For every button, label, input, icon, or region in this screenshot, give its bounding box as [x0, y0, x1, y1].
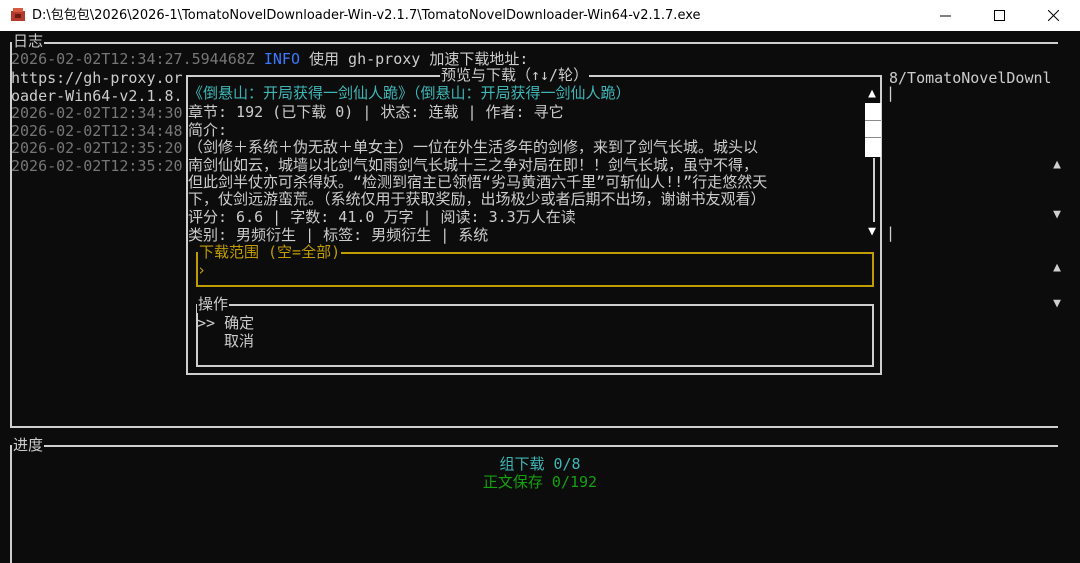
scroll-down-icon[interactable]: ▼	[1050, 208, 1064, 222]
cancel-option[interactable]: 取消	[224, 332, 254, 350]
operations-label: 操作	[197, 295, 230, 313]
scroll-up-icon[interactable]: ▲	[1050, 158, 1064, 172]
confirm-label: 确定	[224, 314, 255, 332]
log-panel-label: 日志	[12, 32, 45, 50]
scroll-up-icon[interactable]: ▲	[1050, 261, 1064, 275]
input-prompt-icon: ›	[197, 261, 207, 279]
progress-panel-label: 进度	[12, 436, 45, 454]
scrollbar-rail	[873, 158, 875, 222]
window-title-bar[interactable]: D:\包包包\2026\2026-1\TomatoNovelDownloader…	[0, 0, 1080, 31]
book-title: 《倒悬山：开局获得一剑仙人跪》（倒悬山：开局获得一剑仙人跪）	[188, 84, 631, 102]
scrollbar-thumb[interactable]	[865, 103, 881, 157]
maximize-icon	[993, 10, 1005, 21]
window-title: D:\包包包\2026\2026-1\TomatoNovelDownloader…	[32, 8, 701, 23]
book-tags: 类别: 男频衍生 | 标签: 男频衍生 | 系统	[188, 226, 489, 244]
log-timestamp: 2026-02-02T12:35:20	[11, 139, 183, 157]
intro-line: （剑修＋系统＋伪无敌＋单女主）一位在外生活多年的剑修，来到了剑气长城。城头以	[188, 138, 759, 156]
maximize-button[interactable]	[976, 0, 1022, 31]
selection-cursor-icon: >>	[197, 314, 216, 332]
intro-line: 南剑仙如云，城墙以北剑气如雨剑气长城十三之争对局在即！！剑气长城，虽守不得，	[188, 156, 759, 174]
download-range-label: 下载范围 (空=全部)	[198, 243, 342, 261]
intro-line: 下，仗剑远游蛮荒。（系统仅用于获取奖励，出场极少或者后期不出场，谢谢书友观看）	[188, 190, 766, 208]
group-download-progress: 组下载 0/8	[499, 455, 581, 473]
log-timestamp: 2026-02-02T12:34:27.594468Z	[11, 50, 255, 68]
intro-label: 简介:	[188, 121, 228, 139]
scrollbar-thumb-line	[865, 137, 881, 138]
scrollbar-bracket: |	[886, 224, 896, 242]
minimize-button[interactable]	[922, 0, 968, 31]
book-stats: 评分: 6.6 | 字数: 41.0 万字 | 阅读: 3.3万人在读	[188, 208, 576, 226]
app-icon	[11, 8, 25, 21]
log-line-tail: 8/TomatoNovelDownl	[889, 69, 1052, 87]
intro-line: 但此剑半仗亦可杀得妖。“检测到宿主已领悟“劣马黄酒六千里”可斩仙人!!”行走悠然…	[188, 173, 768, 191]
download-range-input[interactable]: ›	[197, 261, 206, 279]
book-meta: 章节: 192 (已下载 0) | 状态: 连载 | 作者: 寻它	[188, 103, 564, 121]
scrollbar-thumb-line	[865, 120, 881, 121]
log-timestamp: 2026-02-02T12:34:30	[11, 104, 183, 122]
log-level: INFO	[263, 50, 300, 68]
close-icon	[1047, 10, 1059, 21]
log-timestamp: 2026-02-02T12:35:20	[11, 157, 183, 175]
operations-panel	[196, 304, 874, 367]
cancel-label: 取消	[224, 332, 255, 350]
confirm-option[interactable]: >> 确定	[197, 314, 254, 332]
text-save-progress: 正文保存 0/192	[482, 473, 598, 491]
scroll-down-icon[interactable]: ▼	[1050, 297, 1064, 311]
log-line: oader-Win64-v2.1.8.	[11, 87, 183, 105]
minimize-icon	[939, 15, 951, 17]
close-button[interactable]	[1030, 0, 1076, 31]
log-line: https://gh-proxy.or	[11, 69, 183, 87]
dialog-title: 预览与下载（↑↓/轮）	[440, 66, 590, 84]
scroll-up-icon[interactable]: ▲	[864, 86, 880, 102]
scrollbar-bracket: |	[886, 84, 896, 102]
scroll-down-icon[interactable]: ▼	[864, 224, 880, 240]
log-timestamp: 2026-02-02T12:34:48	[11, 122, 183, 140]
